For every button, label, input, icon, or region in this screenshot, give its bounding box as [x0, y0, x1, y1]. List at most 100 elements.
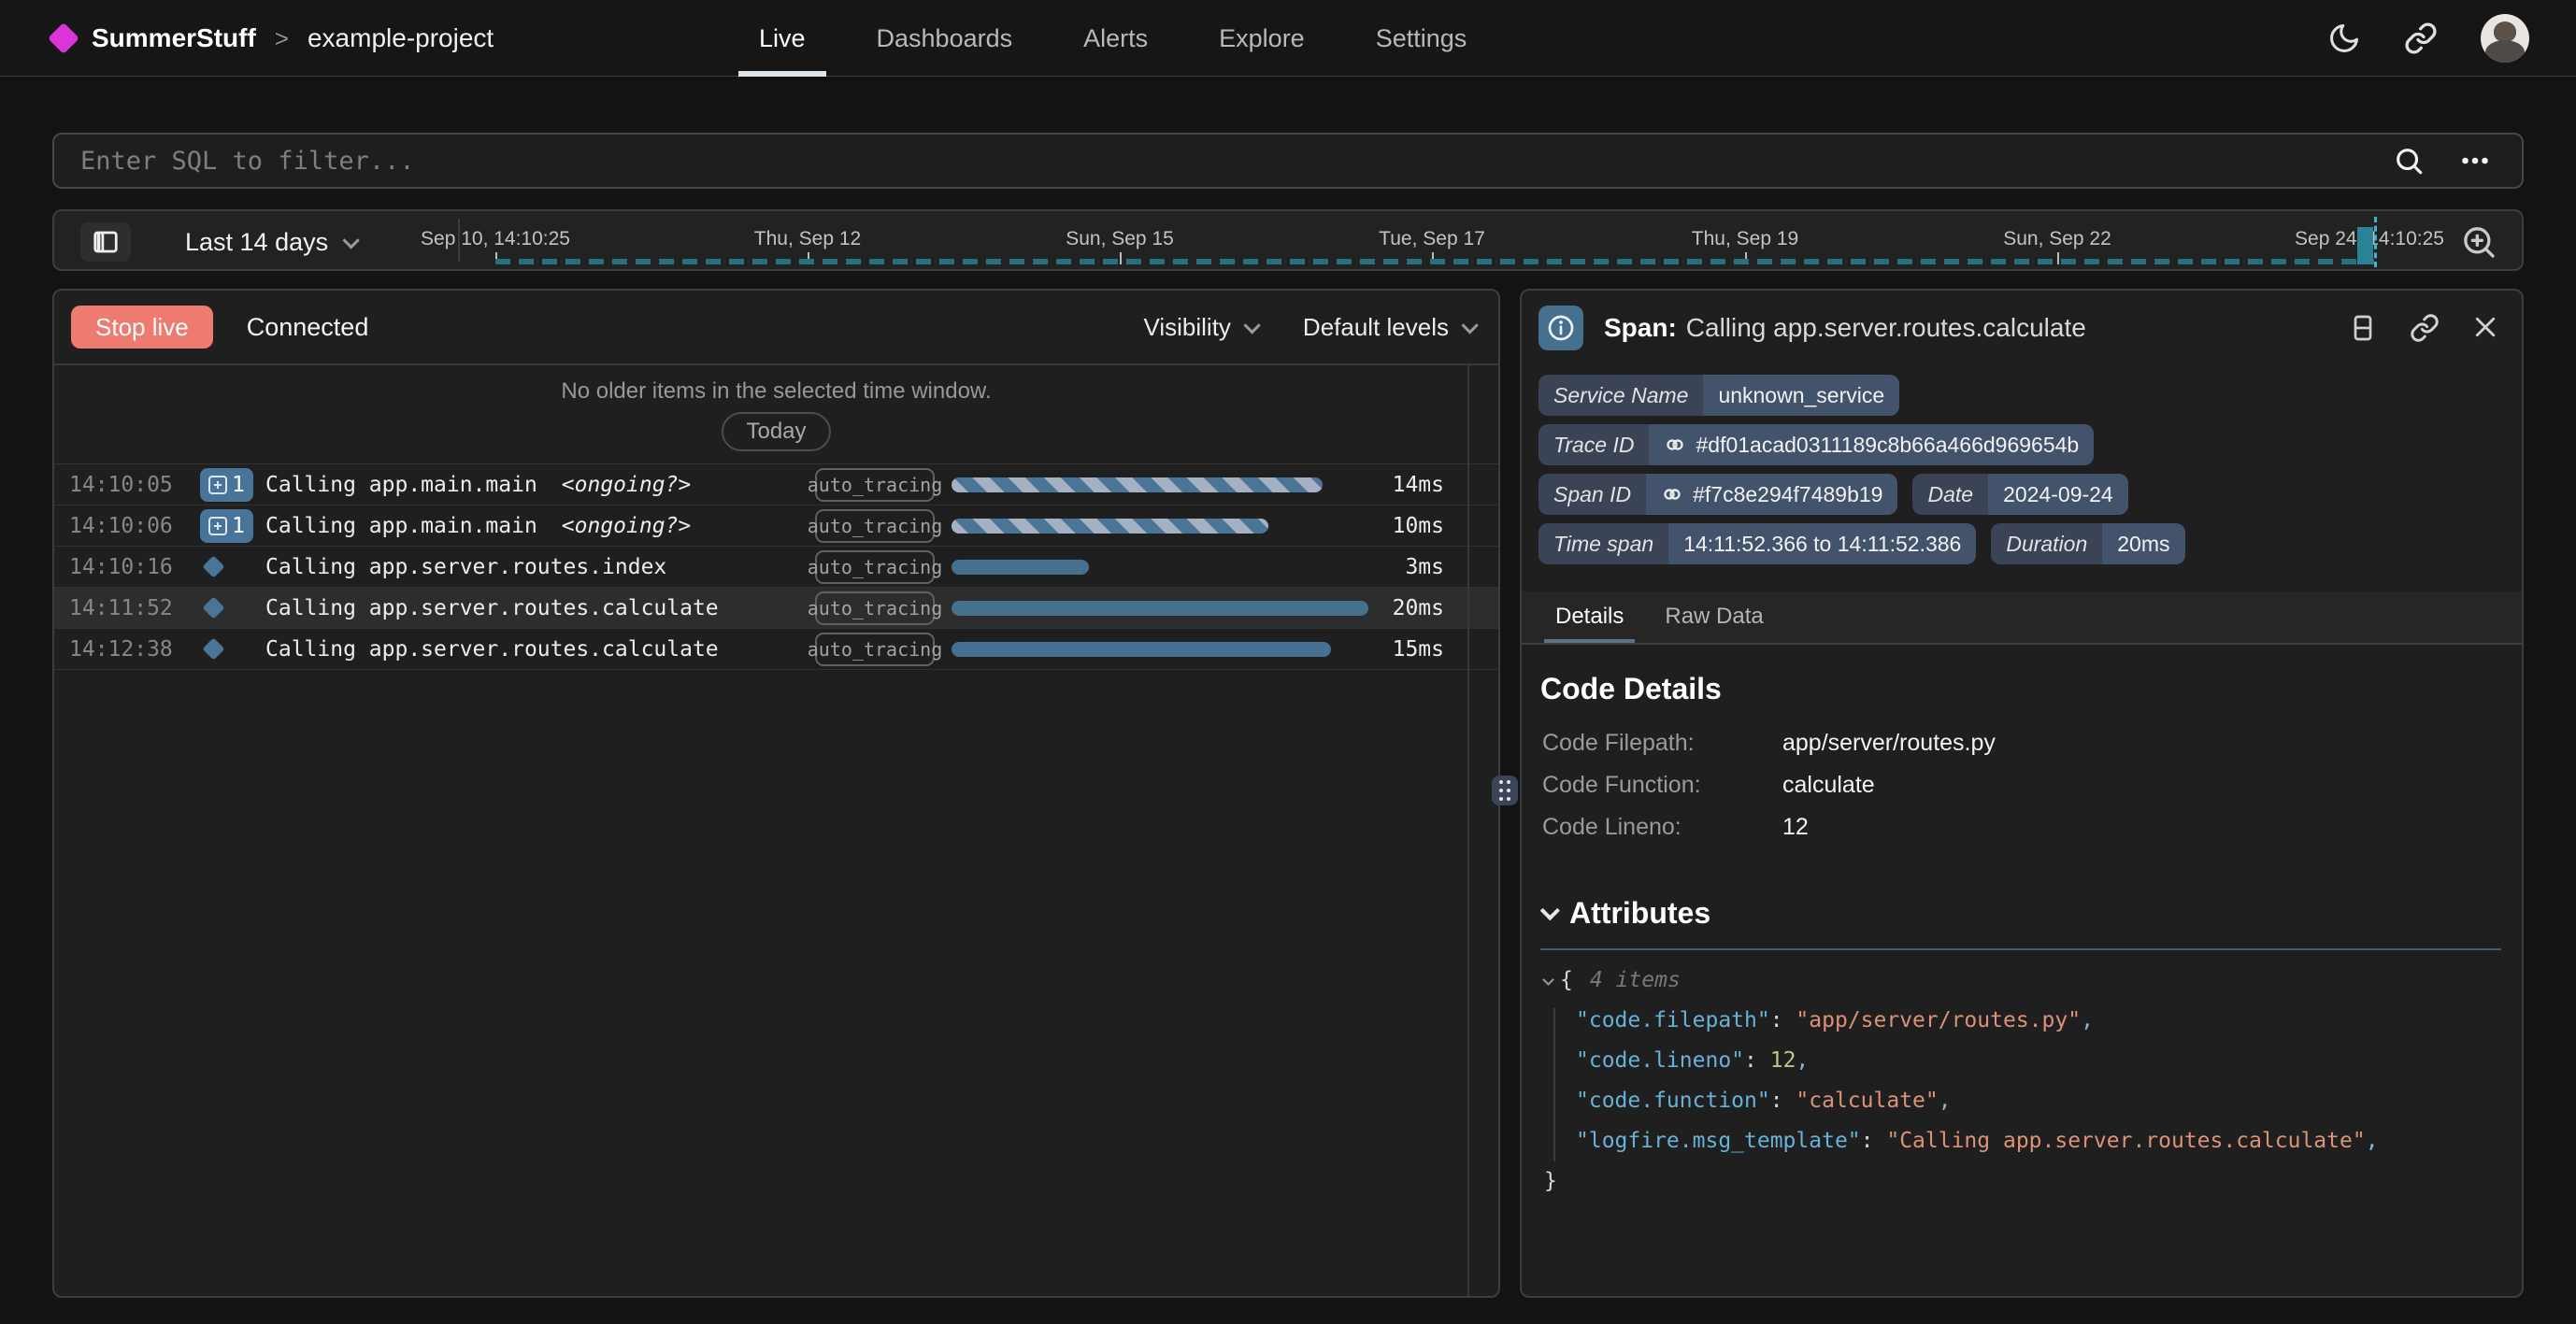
row-tag[interactable]: auto_tracing [815, 550, 935, 584]
info-icon [1538, 306, 1583, 350]
default-levels-dropdown[interactable]: Default levels [1303, 313, 1474, 342]
timeline-tick-label: Sun, Sep 22 [2003, 228, 2111, 250]
project-name[interactable]: example-project [308, 23, 494, 53]
json-key: "code.lineno" [1576, 1048, 1744, 1073]
badge-label: Duration [1991, 523, 2102, 564]
nav-actions [2327, 0, 2529, 77]
trace-row[interactable]: 14:12:38 Calling app.server.routes.calcu… [54, 629, 1498, 670]
attributes-section-toggle[interactable]: Attributes [1540, 896, 1710, 931]
trace-row[interactable]: 14:10:06 1 Calling app.main.main <ongoin… [54, 505, 1498, 547]
row-message: Calling app.server.routes.calculate [265, 637, 719, 662]
row-duration: 14ms [1393, 473, 1444, 497]
trace-row[interactable]: 14:10:05 1 Calling app.main.main <ongoin… [54, 464, 1498, 505]
code-details-heading: Code Details [1540, 672, 1722, 706]
row-tag[interactable]: auto_tracing [815, 591, 935, 625]
trace-row-selected[interactable]: 14:11:52 Calling app.server.routes.calcu… [54, 588, 1498, 629]
visibility-dropdown[interactable]: Visibility [1143, 313, 1255, 342]
json-close-brace: } [1544, 1169, 1557, 1193]
span-id-badge: Span ID #f7c8e294f7489b19 [1538, 474, 1897, 515]
stop-live-button[interactable]: Stop live [71, 306, 213, 349]
sql-filter-bar [52, 133, 2524, 189]
close-icon[interactable] [2471, 313, 2499, 343]
row-tag[interactable]: auto_tracing [815, 633, 935, 666]
json-close-line: } [1544, 1160, 2379, 1201]
code-detail-label: Code Lineno: [1542, 814, 1782, 841]
span-diamond-icon [202, 555, 224, 577]
code-detail-row: Code Filepath: app/server/routes.py [1542, 730, 1996, 756]
user-avatar[interactable] [2481, 14, 2529, 63]
row-timestamp: 14:10:16 [69, 555, 200, 579]
collapsed-children-badge[interactable]: 1 [200, 509, 253, 543]
collapse-chevron-icon[interactable] [1542, 974, 1554, 986]
dark-mode-moon-icon[interactable] [2327, 21, 2361, 55]
row-timestamp: 14:12:38 [69, 637, 200, 662]
timeline-cursor[interactable] [2374, 217, 2377, 267]
split-view-icon[interactable] [2348, 313, 2378, 343]
span-title-prefix: Span: [1604, 313, 1677, 342]
tab-dashboards[interactable]: Dashboards [877, 0, 1013, 77]
code-detail-value: calculate [1782, 772, 1875, 799]
span-title-text: Calling app.server.routes.calculate [1686, 313, 2086, 342]
timeline-tick-label: Sun, Sep 15 [1066, 228, 1174, 250]
child-count: 1 [232, 514, 245, 538]
row-tag[interactable]: auto_tracing [815, 509, 935, 543]
row-timestamp: 14:11:52 [69, 596, 200, 620]
expand-plus-icon [208, 517, 227, 535]
duration-bar [952, 642, 1331, 657]
timeline-plot[interactable]: Sep 10, 14:10:25 Thu, Sep 12 Sun, Sep 15… [54, 211, 2522, 269]
code-detail-value: app/server/routes.py [1782, 730, 1996, 757]
badge-value[interactable]: #f7c8e294f7489b19 [1693, 482, 1882, 507]
more-options-icon[interactable] [2458, 144, 2492, 178]
sql-filter-input[interactable] [54, 147, 2393, 176]
link-icon[interactable] [1661, 483, 1683, 505]
child-count: 1 [232, 473, 245, 497]
search-icon[interactable] [2393, 145, 2425, 177]
duration-bar [952, 477, 1323, 492]
json-colon: : [1770, 1089, 1796, 1113]
json-line: "code.lineno": 12, [1544, 1040, 2379, 1080]
panel-resize-handle[interactable] [1492, 776, 1518, 805]
json-open-brace: { [1560, 968, 1573, 992]
link-icon[interactable] [1664, 434, 1686, 456]
attributes-heading: Attributes [1569, 896, 1710, 931]
detail-tabs: Details Raw Data [1522, 591, 2522, 645]
copy-link-icon[interactable] [2410, 313, 2440, 343]
share-link-icon[interactable] [2404, 21, 2438, 55]
code-detail-row: Code Function: calculate [1542, 772, 1996, 798]
tab-raw-data[interactable]: Raw Data [1665, 604, 1763, 643]
row-duration: 15ms [1393, 637, 1444, 662]
empty-state: No older items in the selected time wind… [54, 365, 1498, 464]
today-button[interactable]: Today [722, 412, 830, 451]
span-detail-panel: Span: Calling app.server.routes.calculate… [1520, 289, 2524, 1298]
json-comma: , [1796, 1048, 1809, 1073]
row-message: Calling app.server.routes.calculate [265, 596, 719, 620]
badge-value: unknown_service [1703, 375, 1899, 416]
org-name[interactable]: SummerStuff [92, 23, 256, 53]
chevron-down-icon [1461, 317, 1478, 334]
tab-alerts[interactable]: Alerts [1083, 0, 1148, 77]
tab-settings[interactable]: Settings [1376, 0, 1467, 77]
duration-bar [952, 601, 1368, 616]
trace-row[interactable]: 14:10:16 Calling app.server.routes.index… [54, 547, 1498, 588]
json-open-line[interactable]: {4 items [1544, 960, 2379, 1000]
code-detail-label: Code Function: [1542, 772, 1782, 799]
row-tag[interactable]: auto_tracing [815, 468, 935, 502]
zoom-in-icon[interactable] [2460, 223, 2497, 261]
activity-spike [2357, 227, 2373, 264]
json-comma: , [2081, 1008, 2094, 1032]
chevron-down-icon [1540, 901, 1560, 920]
badge-label: Span ID [1538, 474, 1646, 515]
tab-live[interactable]: Live [759, 0, 806, 77]
timeline-tick-label: Tue, Sep 17 [1379, 228, 1485, 250]
collapsed-children-badge[interactable]: 1 [200, 468, 253, 502]
tab-explore[interactable]: Explore [1219, 0, 1305, 77]
nav-tabs: Live Dashboards Alerts Explore Settings [759, 0, 1467, 77]
list-scrollbar[interactable] [1467, 365, 1469, 1296]
json-comma: , [2366, 1129, 2379, 1153]
badge-label: Trace ID [1538, 424, 1649, 465]
tab-details[interactable]: Details [1555, 604, 1624, 643]
badge-value[interactable]: #df01acad0311189c8b66a466d969654b [1696, 433, 2079, 458]
badge-value: 14:11:52.366 to 14:11:52.386 [1668, 523, 1976, 564]
code-detail-value: 12 [1782, 814, 1809, 841]
row-timestamp: 14:10:05 [69, 473, 200, 497]
